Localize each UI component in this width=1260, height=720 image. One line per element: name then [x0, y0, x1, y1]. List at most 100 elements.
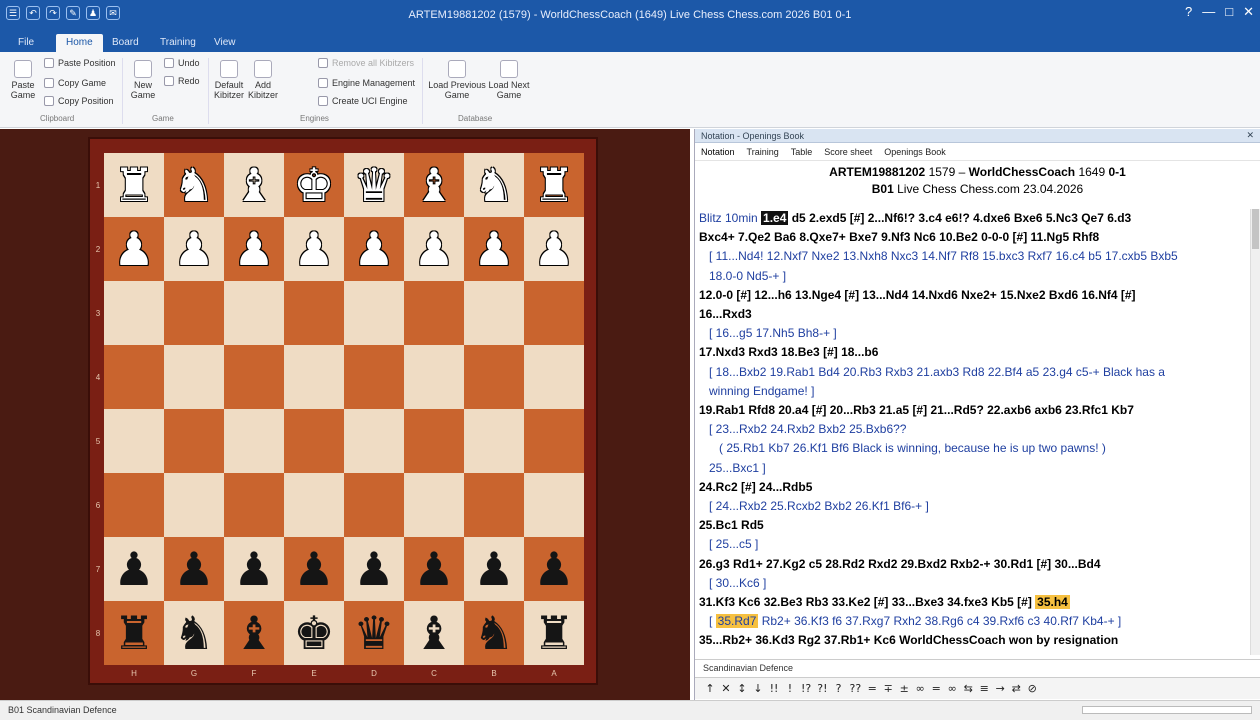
minimize-button[interactable]: —	[1202, 4, 1215, 20]
board-square[interactable]: ♜	[104, 601, 164, 665]
tab-view[interactable]: View	[204, 34, 246, 52]
black-knight-icon[interactable]: ♞	[473, 610, 514, 656]
white-bishop-icon[interactable]: ♝	[233, 162, 274, 208]
black-pawn-icon[interactable]: ♟	[353, 546, 394, 592]
annotation-symbol-button[interactable]: =	[867, 682, 877, 695]
board-square[interactable]: ♟	[164, 217, 224, 281]
board-square[interactable]: ♝	[404, 601, 464, 665]
board-square[interactable]	[164, 409, 224, 473]
board-square[interactable]: ♞	[164, 153, 224, 217]
board-square[interactable]	[524, 409, 584, 473]
black-pawn-icon[interactable]: ♟	[173, 546, 214, 592]
scrollbar[interactable]	[1250, 209, 1260, 655]
annotation-symbol-button[interactable]: ↓	[753, 682, 763, 695]
board-square[interactable]: ♚	[284, 601, 344, 665]
board-square[interactable]	[224, 345, 284, 409]
annotation-symbol-button[interactable]: ∞	[947, 682, 957, 695]
annotation-symbol-button[interactable]: !!	[769, 682, 779, 695]
annotation-symbol-button[interactable]: ↕	[737, 682, 747, 695]
board-square[interactable]	[224, 409, 284, 473]
white-rook-icon[interactable]: ♜	[533, 162, 574, 208]
annotation-symbol-button[interactable]: =	[931, 682, 941, 695]
highlighted-move[interactable]: 35.h4	[1035, 595, 1070, 610]
close-button[interactable]: ✕	[1243, 4, 1254, 20]
board-square[interactable]: ♞	[164, 601, 224, 665]
paste-position-button[interactable]: Paste Position	[44, 58, 116, 68]
annotation-symbol-button[interactable]: ?!	[817, 682, 827, 695]
current-move[interactable]: 1.e4	[761, 211, 789, 225]
board-square[interactable]	[224, 473, 284, 537]
notation-text[interactable]: Blitz 10min 1.e4 d5 2.exd5 [#] 2...Nf6!?…	[699, 209, 1247, 655]
tab-openings-book[interactable]: Openings Book	[884, 147, 946, 157]
board-square[interactable]: ♜	[524, 153, 584, 217]
annotation-symbol-button[interactable]: ⊘	[1027, 682, 1037, 695]
board-square[interactable]: ♛	[344, 601, 404, 665]
board-square[interactable]: ♛	[344, 153, 404, 217]
annotation-symbol-button[interactable]: ∓	[883, 682, 893, 695]
board-square[interactable]	[464, 409, 524, 473]
white-bishop-icon[interactable]: ♝	[413, 162, 454, 208]
black-pawn-icon[interactable]: ♟	[413, 546, 454, 592]
board-square[interactable]: ♟	[224, 537, 284, 601]
close-icon[interactable]: ✕	[1246, 130, 1254, 141]
black-rook-icon[interactable]: ♜	[533, 610, 574, 656]
scrollbar-thumb[interactable]	[1252, 209, 1259, 249]
board-square[interactable]	[104, 409, 164, 473]
annotation-symbol-button[interactable]: ?	[834, 682, 844, 695]
annotation-symbol-button[interactable]: !?	[801, 682, 811, 695]
white-pawn-icon[interactable]: ♟	[293, 226, 334, 272]
board-square[interactable]: ♞	[464, 153, 524, 217]
black-pawn-icon[interactable]: ♟	[293, 546, 334, 592]
tab-score-sheet[interactable]: Score sheet	[824, 147, 872, 157]
board-square[interactable]: ♟	[284, 217, 344, 281]
annotation-symbol-button[interactable]: !	[785, 682, 795, 695]
chess-board[interactable]: ♜ ♞ ♝ ♚ ♛ ♝ ♞ ♜ ♟ ♟ ♟ ♟ ♟ ♟ ♟ ♟ ♟ ♟ ♟ ♟ ♟ ♟ ♟ ♟ ♜ ♞ ♝ ♚ ♛ ♝ ♞ ♜	[104, 153, 584, 665]
annotation-symbol-button[interactable]: ≡	[979, 682, 989, 695]
white-pawn-icon[interactable]: ♟	[113, 226, 154, 272]
tab-table[interactable]: Table	[791, 147, 813, 157]
black-queen-icon[interactable]: ♛	[353, 610, 394, 656]
white-queen-icon[interactable]: ♛	[353, 162, 394, 208]
white-king-icon[interactable]: ♚	[293, 162, 334, 208]
remove-kibitzers-button[interactable]: Remove all Kibitzers	[318, 58, 414, 68]
engine-management-button[interactable]: Engine Management	[318, 78, 415, 88]
board-square[interactable]	[344, 409, 404, 473]
black-bishop-icon[interactable]: ♝	[413, 610, 454, 656]
black-knight-icon[interactable]: ♞	[173, 610, 214, 656]
board-square[interactable]	[164, 473, 224, 537]
board-square[interactable]: ♟	[524, 217, 584, 281]
board-square[interactable]	[284, 409, 344, 473]
paste-game-button[interactable]: Paste Game	[8, 60, 38, 100]
board-square[interactable]: ♝	[224, 601, 284, 665]
new-game-button[interactable]: New Game	[128, 60, 158, 100]
board-square[interactable]: ♜	[104, 153, 164, 217]
black-pawn-icon[interactable]: ♟	[233, 546, 274, 592]
redo-button[interactable]: Redo	[164, 76, 200, 86]
board-square[interactable]	[464, 345, 524, 409]
board-square[interactable]: ♟	[524, 537, 584, 601]
white-pawn-icon[interactable]: ♟	[473, 226, 514, 272]
board-square[interactable]	[284, 473, 344, 537]
annotation-symbol-button[interactable]: ↑	[705, 682, 715, 695]
board-square[interactable]	[164, 281, 224, 345]
undo-button[interactable]: Undo	[164, 58, 200, 68]
black-king-icon[interactable]: ♚	[293, 610, 334, 656]
board-square[interactable]	[224, 281, 284, 345]
board-square[interactable]: ♟	[344, 217, 404, 281]
black-pawn-icon[interactable]: ♟	[473, 546, 514, 592]
black-pawn-icon[interactable]: ♟	[113, 546, 154, 592]
board-square[interactable]	[464, 281, 524, 345]
annotation-symbol-button[interactable]: →	[995, 682, 1005, 695]
board-square[interactable]: ♝	[404, 153, 464, 217]
annotation-symbol-button[interactable]: ??	[850, 682, 862, 695]
black-pawn-icon[interactable]: ♟	[533, 546, 574, 592]
board-square[interactable]: ♟	[104, 217, 164, 281]
white-pawn-icon[interactable]: ♟	[173, 226, 214, 272]
tab-board[interactable]: Board	[102, 34, 149, 52]
board-square[interactable]	[404, 345, 464, 409]
board-square[interactable]	[404, 281, 464, 345]
board-square[interactable]	[344, 473, 404, 537]
white-knight-icon[interactable]: ♞	[473, 162, 514, 208]
board-square[interactable]	[404, 473, 464, 537]
board-square[interactable]: ♟	[164, 537, 224, 601]
